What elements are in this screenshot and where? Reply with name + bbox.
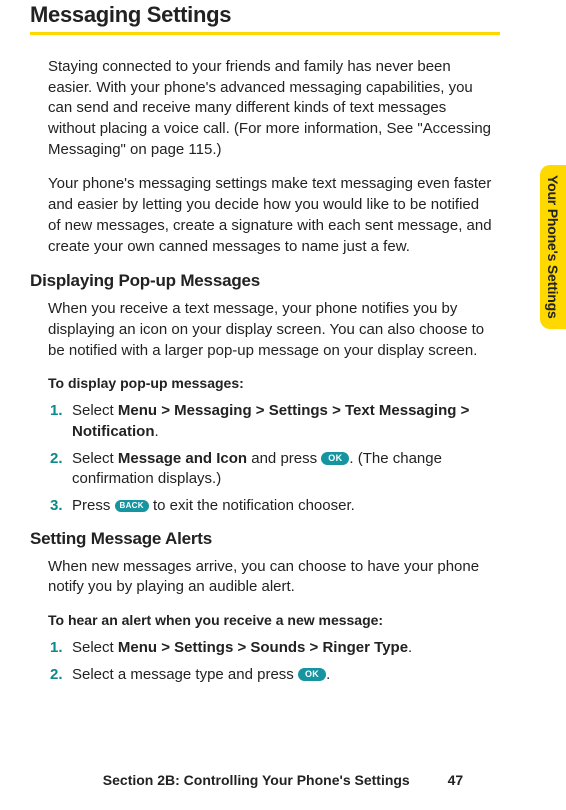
ok-button-icon: OK <box>298 668 326 681</box>
step-text: Select <box>72 450 118 467</box>
intro-paragraph-2: Your phone's messaging settings make tex… <box>30 174 536 257</box>
section-intro-alerts: When new messages arrive, you can choose… <box>30 557 536 598</box>
step-number: 2. <box>50 665 63 686</box>
step-post: . <box>326 666 330 683</box>
intro-paragraph-1: Staying connected to your friends and fa… <box>30 57 536 160</box>
step-item: 2. Select Message and Icon and press OK.… <box>72 449 494 490</box>
side-tab-label: Your Phone's Settings <box>545 175 561 319</box>
section-heading-alerts: Setting Message Alerts <box>30 529 536 549</box>
section-heading-popups: Displaying Pop-up Messages <box>30 271 536 291</box>
side-tab: Your Phone's Settings <box>540 165 566 329</box>
section-intro-popups: When you receive a text message, your ph… <box>30 299 536 361</box>
step-number: 3. <box>50 496 63 517</box>
step-bold: Menu > Messaging > Settings > Text Messa… <box>72 402 469 440</box>
ok-button-icon: OK <box>321 452 349 465</box>
title-underline <box>30 32 500 35</box>
step-bold: Menu > Settings > Sounds > Ringer Type <box>118 639 408 656</box>
step-text: Select <box>72 402 118 419</box>
step-text: Select <box>72 639 118 656</box>
howto-alerts: To hear an alert when you receive a new … <box>30 612 536 628</box>
step-item: 3. Press BACK to exit the notification c… <box>72 496 494 517</box>
step-number: 2. <box>50 449 63 470</box>
howto-popups: To display pop-up messages: <box>30 375 536 391</box>
step-number: 1. <box>50 401 63 422</box>
step-post: . <box>155 423 159 440</box>
step-item: 1. Select Menu > Messaging > Settings > … <box>72 401 494 442</box>
step-bold: Message and Icon <box>118 450 247 467</box>
page-footer: Section 2B: Controlling Your Phone's Set… <box>0 772 566 788</box>
step-mid: and press <box>247 450 321 467</box>
step-post: to exit the notification chooser. <box>149 497 355 514</box>
step-number: 1. <box>50 638 63 659</box>
step-post: . <box>408 639 412 656</box>
step-item: 2. Select a message type and press OK. <box>72 665 494 686</box>
footer-text: Section 2B: Controlling Your Phone's Set… <box>103 772 410 788</box>
steps-popups: 1. Select Menu > Messaging > Settings > … <box>30 401 536 516</box>
back-button-icon: BACK <box>115 500 149 512</box>
page-title: Messaging Settings <box>30 0 536 32</box>
step-text: Select a message type and press <box>72 666 298 683</box>
steps-alerts: 1. Select Menu > Settings > Sounds > Rin… <box>30 638 536 685</box>
step-text: Press <box>72 497 115 514</box>
step-item: 1. Select Menu > Settings > Sounds > Rin… <box>72 638 494 659</box>
page-number: 47 <box>448 772 464 788</box>
